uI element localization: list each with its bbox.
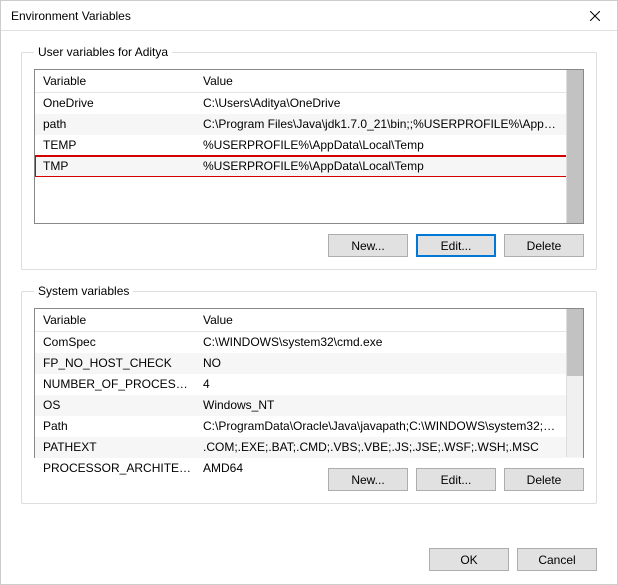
user-new-button[interactable]: New... bbox=[328, 234, 408, 257]
sys-col-header-value[interactable]: Value bbox=[195, 309, 583, 332]
system-variables-table[interactable]: Variable Value ComSpecC:\WINDOWS\system3… bbox=[34, 308, 584, 458]
user-edit-button[interactable]: Edit... bbox=[416, 234, 496, 257]
cancel-button[interactable]: Cancel bbox=[517, 548, 597, 571]
table-row[interactable]: ComSpecC:\WINDOWS\system32\cmd.exe bbox=[35, 332, 583, 354]
cell-value: .COM;.EXE;.BAT;.CMD;.VBS;.VBE;.JS;.JSE;.… bbox=[195, 437, 583, 458]
cell-value: 4 bbox=[195, 374, 583, 395]
dialog-footer: OK Cancel bbox=[1, 538, 617, 583]
user-variables-legend: User variables for Aditya bbox=[34, 45, 172, 59]
table-row[interactable]: pathC:\Program Files\Java\jdk1.7.0_21\bi… bbox=[35, 114, 583, 135]
user-scrollbar-thumb[interactable] bbox=[567, 70, 583, 223]
cell-variable: Path bbox=[35, 416, 195, 437]
dialog-content: User variables for Aditya Variable Value… bbox=[1, 31, 617, 528]
sys-col-header-variable[interactable]: Variable bbox=[35, 309, 195, 332]
cell-variable: ComSpec bbox=[35, 332, 195, 354]
cell-value: AMD64 bbox=[195, 458, 583, 479]
system-variables-group: System variables Variable Value ComSpecC… bbox=[21, 284, 597, 504]
cell-variable: OneDrive bbox=[35, 93, 195, 115]
titlebar: Environment Variables bbox=[1, 1, 617, 31]
sys-scrollbar-thumb[interactable] bbox=[567, 309, 583, 376]
cell-value: NO bbox=[195, 353, 583, 374]
system-variables-legend: System variables bbox=[34, 284, 133, 298]
table-row[interactable]: NUMBER_OF_PROCESSORS4 bbox=[35, 374, 583, 395]
table-row[interactable]: PATHEXT.COM;.EXE;.BAT;.CMD;.VBS;.VBE;.JS… bbox=[35, 437, 583, 458]
user-col-header-variable[interactable]: Variable bbox=[35, 70, 195, 93]
sys-scrollbar[interactable] bbox=[566, 309, 583, 457]
cell-variable: path bbox=[35, 114, 195, 135]
cell-variable: NUMBER_OF_PROCESSORS bbox=[35, 374, 195, 395]
table-row[interactable]: PROCESSOR_ARCHITECTUREAMD64 bbox=[35, 458, 583, 479]
cell-value: C:\ProgramData\Oracle\Java\javapath;C:\W… bbox=[195, 416, 583, 437]
cell-variable: PROCESSOR_ARCHITECTURE bbox=[35, 458, 195, 479]
table-row[interactable]: PathC:\ProgramData\Oracle\Java\javapath;… bbox=[35, 416, 583, 437]
table-row[interactable]: FP_NO_HOST_CHECKNO bbox=[35, 353, 583, 374]
cell-variable: TEMP bbox=[35, 135, 195, 156]
cell-value: C:\Users\Aditya\OneDrive bbox=[195, 93, 583, 115]
ok-button[interactable]: OK bbox=[429, 548, 509, 571]
table-row[interactable]: TMP%USERPROFILE%\AppData\Local\Temp bbox=[35, 156, 583, 177]
table-row[interactable]: OneDriveC:\Users\Aditya\OneDrive bbox=[35, 93, 583, 115]
user-button-row: New... Edit... Delete bbox=[34, 234, 584, 257]
cell-value: C:\Program Files\Java\jdk1.7.0_21\bin;;%… bbox=[195, 114, 583, 135]
user-variables-table[interactable]: Variable Value OneDriveC:\Users\Aditya\O… bbox=[34, 69, 584, 224]
user-scrollbar[interactable] bbox=[566, 70, 583, 223]
table-row[interactable]: OSWindows_NT bbox=[35, 395, 583, 416]
cell-value: %USERPROFILE%\AppData\Local\Temp bbox=[195, 135, 583, 156]
cell-variable: OS bbox=[35, 395, 195, 416]
cell-value: Windows_NT bbox=[195, 395, 583, 416]
table-row[interactable]: TEMP%USERPROFILE%\AppData\Local\Temp bbox=[35, 135, 583, 156]
cell-variable: TMP bbox=[35, 156, 195, 177]
user-variables-group: User variables for Aditya Variable Value… bbox=[21, 45, 597, 270]
cell-variable: FP_NO_HOST_CHECK bbox=[35, 353, 195, 374]
cell-variable: PATHEXT bbox=[35, 437, 195, 458]
cell-value: %USERPROFILE%\AppData\Local\Temp bbox=[195, 156, 583, 177]
cell-value: C:\WINDOWS\system32\cmd.exe bbox=[195, 332, 583, 354]
window-title: Environment Variables bbox=[11, 9, 131, 23]
close-button[interactable] bbox=[572, 1, 617, 31]
user-delete-button[interactable]: Delete bbox=[504, 234, 584, 257]
user-col-header-value[interactable]: Value bbox=[195, 70, 583, 93]
close-icon bbox=[590, 11, 600, 21]
